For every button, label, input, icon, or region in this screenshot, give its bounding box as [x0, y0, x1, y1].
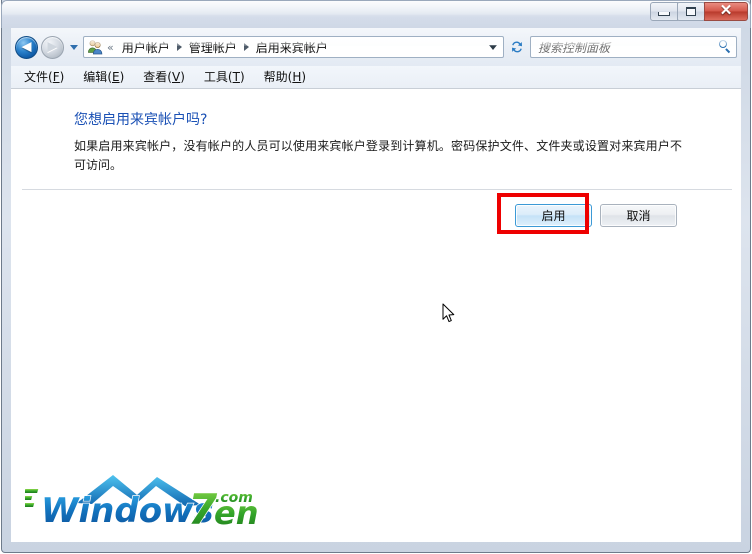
- command-button-row: 启用 取消: [11, 201, 741, 231]
- content-pane: 您想启用来宾帐户吗? 如果启用来宾帐户，没有帐户的人员可以使用来宾帐户登录到计算…: [11, 88, 741, 542]
- divider: [22, 189, 732, 190]
- search-input[interactable]: 搜索控制面板: [538, 39, 718, 56]
- minimize-button[interactable]: [650, 2, 678, 21]
- close-button[interactable]: ✕: [704, 2, 748, 21]
- menu-item-file[interactable]: 文件(F): [23, 69, 65, 85]
- control-panel-window: ✕ ◀ ▶ « 用户帐户 管理帐户 启用来宾帐户 搜索控制面板 文件(F) 编辑…: [0, 0, 752, 554]
- menu-item-edit-text: 编辑: [83, 70, 108, 84]
- menu-item-view-accel: V: [171, 70, 181, 84]
- menu-item-file-text: 文件: [24, 70, 49, 84]
- minimize-icon: [658, 12, 670, 16]
- page-description: 如果启用来宾帐户，没有帐户的人员可以使用来宾帐户登录到计算机。密码保护文件、文件…: [74, 139, 682, 172]
- address-bar[interactable]: « 用户帐户 管理帐户 启用来宾帐户: [83, 36, 504, 58]
- enable-button[interactable]: 启用: [515, 204, 592, 227]
- chevron-down-icon: [69, 44, 78, 50]
- menu-item-edit[interactable]: 编辑(E): [82, 69, 125, 85]
- refresh-button[interactable]: [506, 36, 528, 58]
- address-history-dropdown[interactable]: [485, 37, 501, 57]
- close-icon: ✕: [719, 3, 733, 19]
- breadcrumb-separator[interactable]: [240, 43, 253, 51]
- menu-item-help-text: 帮助: [263, 70, 288, 84]
- window-titlebar: [1, 0, 751, 28]
- menu-bar: 文件(F) 编辑(E) 查看(V) 工具(T) 帮助(H): [11, 66, 741, 88]
- search-box[interactable]: 搜索控制面板: [530, 36, 737, 58]
- menu-item-tools-text: 工具: [203, 70, 228, 84]
- page-title: 您想启用来宾帐户吗?: [74, 112, 208, 128]
- back-arrow-icon: ◀: [21, 39, 32, 55]
- magnifier-lens: [719, 40, 727, 48]
- menu-item-edit-accel: E: [112, 70, 120, 84]
- watermark-logo: Windows 7 en .com: [20, 469, 285, 535]
- menu-item-tools-accel: T: [232, 70, 240, 84]
- maximize-icon: [686, 7, 696, 16]
- menu-item-tools[interactable]: 工具(T): [203, 69, 246, 85]
- forward-arrow-icon: ▶: [47, 39, 58, 55]
- chevron-right-icon: [176, 43, 182, 51]
- chevron-down-icon: [489, 44, 497, 50]
- navigation-bar: ◀ ▶ « 用户帐户 管理帐户 启用来宾帐户 搜索控制面板: [11, 28, 741, 66]
- menu-item-help[interactable]: 帮助(H): [263, 69, 307, 85]
- menu-item-view-text: 查看: [143, 70, 168, 84]
- cancel-button[interactable]: 取消: [600, 204, 677, 227]
- breadcrumb-item-manage-accounts[interactable]: 管理帐户: [186, 38, 240, 57]
- titlebar-button-group: ✕: [650, 2, 748, 21]
- magnifier-handle: [725, 48, 731, 54]
- menu-item-help-accel: H: [292, 70, 302, 84]
- breadcrumb-overflow-chevron[interactable]: «: [105, 42, 119, 53]
- refresh-icon: [512, 41, 522, 53]
- search-icon: [718, 40, 732, 54]
- breadcrumb-separator[interactable]: [173, 43, 186, 51]
- chevron-right-icon: [243, 43, 249, 51]
- menu-item-view[interactable]: 查看(V): [142, 69, 186, 85]
- watermark-text-tld: .com: [215, 490, 253, 506]
- user-accounts-icon: [87, 39, 103, 55]
- forward-button[interactable]: ▶: [41, 35, 64, 59]
- breadcrumb-item-user-accounts[interactable]: 用户帐户: [119, 38, 173, 57]
- back-button[interactable]: ◀: [15, 35, 38, 59]
- maximize-button[interactable]: [677, 2, 705, 21]
- breadcrumb-item-turn-on-guest: 启用来宾帐户: [255, 40, 328, 55]
- recent-locations-button[interactable]: [67, 37, 80, 57]
- menu-item-file-accel: F: [52, 70, 60, 84]
